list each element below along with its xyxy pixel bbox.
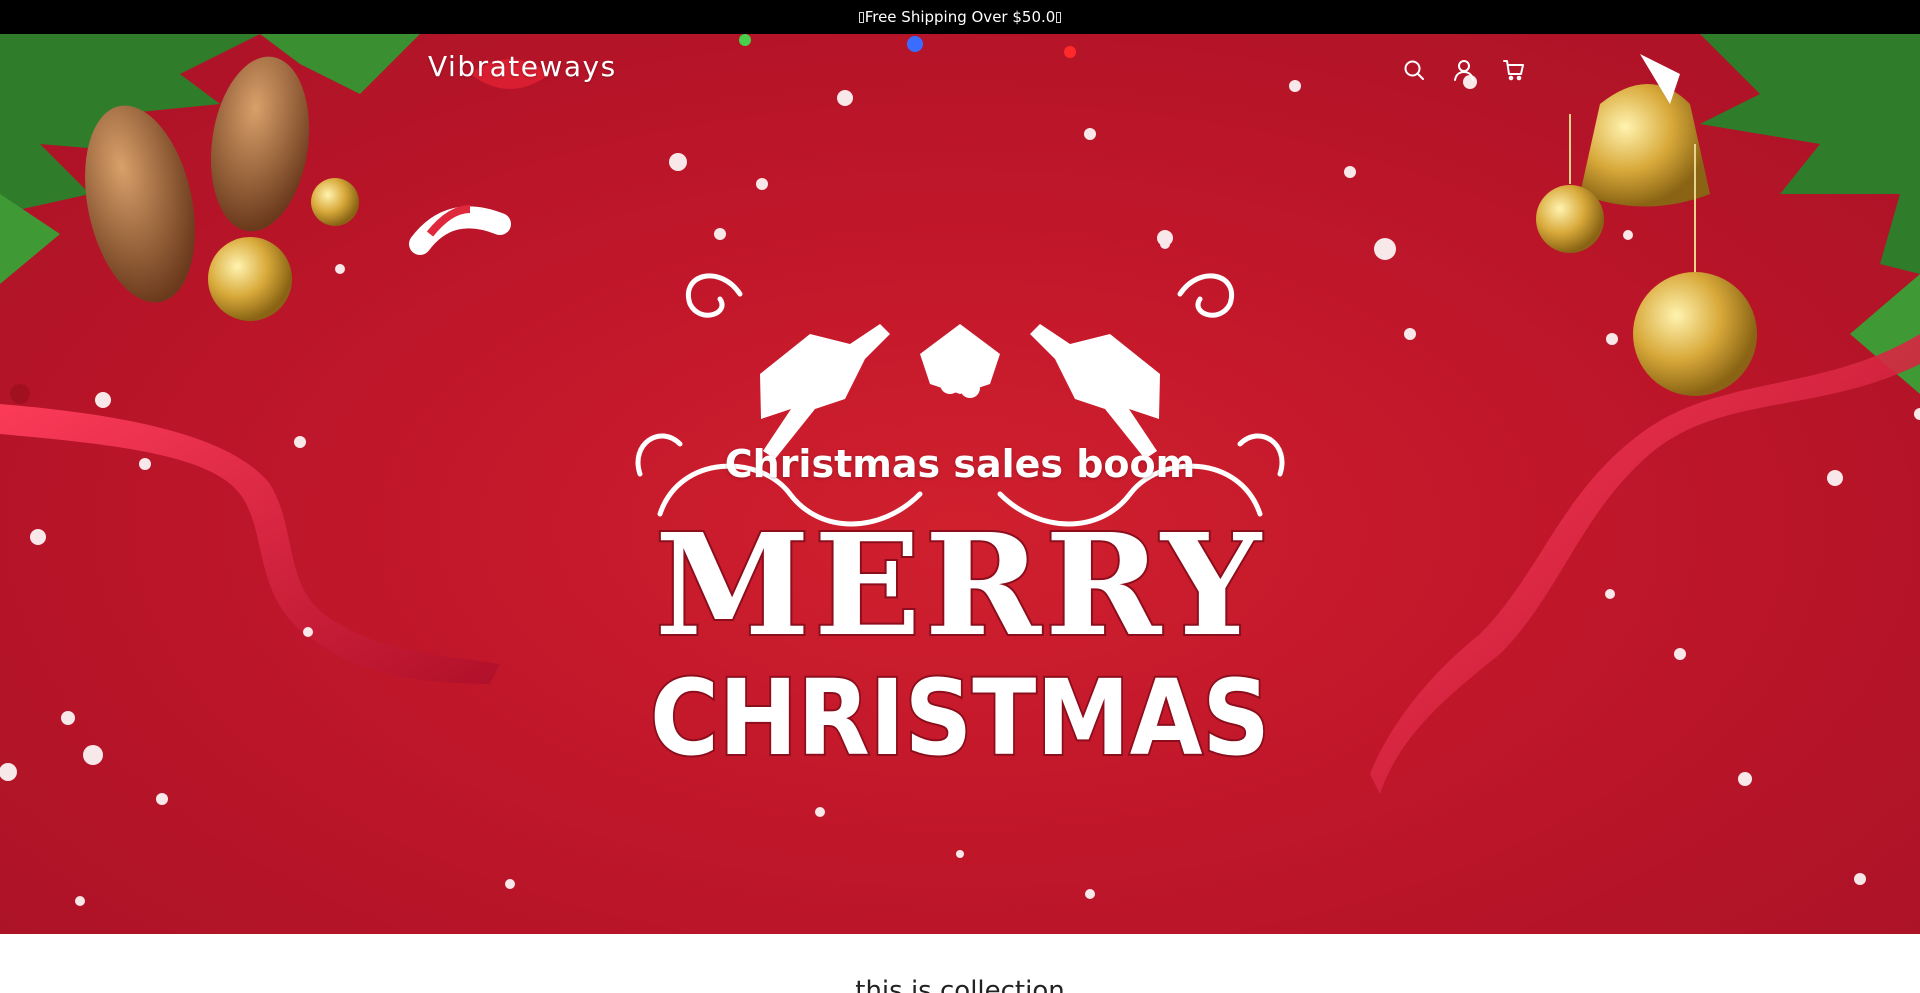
merry-christmas-artwork: MERRY CHRISTMAS [635, 273, 1285, 774]
brand-logo[interactable]: Vibrateways [428, 50, 617, 83]
collection-title: this is collection [855, 976, 1065, 993]
site-header: Vibrateways [0, 34, 1920, 110]
hero-banner: MERRY CHRISTMAS Christmas sales boom [0, 34, 1920, 934]
hero-heading: Christmas sales boom [724, 442, 1196, 486]
announcement-text: Free Shipping Over $50.0 [864, 8, 1056, 26]
cart-icon[interactable] [1502, 58, 1526, 82]
artwork-line-christmas: CHRISTMAS [650, 657, 1270, 774]
announcement-bar: Free Shipping Over $50.0 [0, 0, 1920, 34]
search-icon[interactable] [1402, 58, 1426, 82]
artwork-line-merry: MERRY [655, 504, 1265, 668]
account-icon[interactable] [1452, 58, 1476, 82]
announcement-right-glyph-icon [1056, 11, 1062, 23]
header-icons [1402, 58, 1526, 82]
announcement-left-glyph-icon [858, 11, 864, 23]
